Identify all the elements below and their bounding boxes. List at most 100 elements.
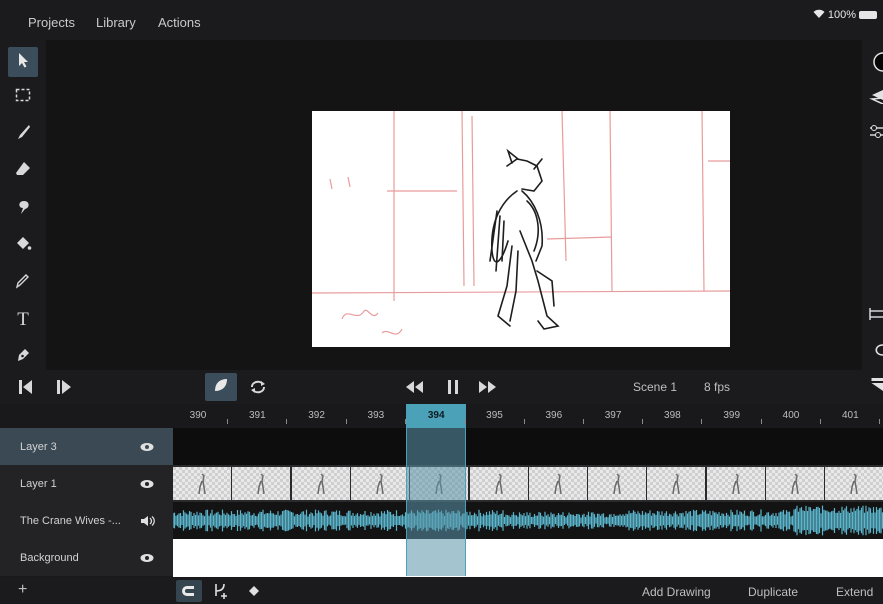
frame-number[interactable]: 397 [583, 410, 643, 421]
drawing-cell[interactable] [232, 467, 291, 500]
step-back-icon [16, 378, 36, 399]
frame-ruler[interactable]: 390 391 392 393 394 395 396 397 398 399 400 401 [173, 404, 883, 428]
layers-icon [866, 90, 883, 108]
color-swatch[interactable] [866, 52, 883, 77]
onion-skin-button[interactable] [205, 373, 237, 401]
layer-row-background[interactable]: Background [0, 539, 173, 576]
fps-selector[interactable]: 8 fps [704, 380, 730, 394]
sketch-artwork [312, 111, 730, 335]
menu-projects[interactable]: Projects [28, 15, 75, 30]
waveform-path [172, 505, 883, 536]
menu-library[interactable]: Library [96, 15, 136, 30]
drawing-thumbnail [672, 473, 681, 495]
loop-icon [248, 378, 268, 399]
layer-row-audio[interactable]: The Crane Wives -... [0, 502, 173, 539]
pen-tool[interactable] [11, 344, 35, 368]
layer-name: Layer 3 [20, 440, 57, 453]
drawing-thumbnail [316, 473, 325, 495]
undo-icon [866, 344, 883, 362]
previous-frame-button[interactable] [16, 378, 36, 399]
magnet-toggle[interactable] [176, 580, 202, 602]
current-frame-number: 394 [427, 410, 445, 421]
layer-row-layer-3[interactable]: Layer 3 [0, 428, 173, 465]
track-background[interactable] [173, 539, 883, 577]
frame-number[interactable]: 398 [642, 410, 702, 421]
undo-button[interactable] [866, 342, 883, 363]
keyframe-icon[interactable] [248, 584, 260, 602]
tool-palette: T [0, 40, 46, 370]
eye-icon[interactable] [140, 440, 154, 452]
frame-number[interactable]: 396 [524, 410, 584, 421]
eyedropper-tool[interactable] [11, 270, 35, 294]
eraser-tool[interactable] [11, 159, 35, 183]
audio-waveform [172, 505, 883, 536]
timeline-options-button[interactable] [866, 376, 883, 397]
pause-button[interactable] [443, 378, 463, 399]
drawing-cell[interactable] [588, 467, 647, 500]
layer-name: Background [20, 551, 79, 564]
eye-icon[interactable] [140, 551, 154, 563]
step-forward-icon [54, 378, 74, 399]
layers-button[interactable] [866, 88, 883, 109]
frame-number[interactable]: 395 [465, 410, 525, 421]
rewind-button[interactable] [404, 378, 424, 399]
brush-tool[interactable] [11, 122, 35, 146]
branch-icon[interactable] [212, 582, 230, 604]
scene-selector[interactable]: Scene 1 [633, 380, 677, 394]
drawing-cell[interactable] [528, 467, 587, 500]
drawing-thumbnail [494, 473, 503, 495]
audio-track[interactable] [172, 502, 883, 539]
onion-skin-icon [212, 376, 230, 399]
frame-number[interactable]: 393 [346, 410, 406, 421]
speaker-icon[interactable] [140, 514, 155, 526]
fast-forward-icon [478, 378, 498, 399]
drawing-cell[interactable] [173, 467, 231, 500]
frame-number[interactable]: 400 [761, 410, 821, 421]
track-layer-1[interactable] [173, 465, 883, 502]
battery-percent: 100% [827, 9, 856, 21]
drawing-cell[interactable] [469, 467, 528, 500]
select-tool[interactable] [8, 47, 38, 77]
track-layer-3[interactable] [173, 428, 883, 465]
smudge-icon [14, 198, 32, 221]
loop-button[interactable] [248, 378, 268, 399]
smudge-tool[interactable] [11, 197, 35, 221]
add-layer-button[interactable]: + [18, 581, 27, 599]
drawing-cell[interactable] [350, 467, 409, 500]
frame-number[interactable]: 391 [227, 410, 287, 421]
drawing-cell[interactable] [291, 467, 350, 500]
drawing-canvas[interactable] [312, 111, 730, 347]
drawing-cell[interactable] [647, 467, 706, 500]
fill-icon [14, 234, 32, 257]
drawing-thumbnail [791, 473, 799, 495]
layer-name: Layer 1 [20, 477, 57, 490]
extend-button[interactable]: Extend [836, 585, 873, 599]
top-menu-bar: Projects Library Actions 100% [0, 0, 883, 40]
adjustments-button[interactable] [866, 124, 883, 145]
duplicate-button[interactable]: Duplicate [748, 585, 798, 599]
next-frame-button[interactable] [54, 378, 74, 399]
fast-forward-button[interactable] [478, 378, 498, 399]
current-frame-marker[interactable]: 394 [406, 404, 467, 428]
marquee-tool[interactable] [11, 85, 35, 109]
drawing-cell[interactable] [766, 467, 824, 500]
drawing-cell[interactable] [825, 467, 883, 500]
flip-button[interactable] [866, 306, 883, 327]
eye-icon[interactable] [140, 477, 154, 489]
frame-number[interactable]: 392 [287, 410, 347, 421]
rewind-icon [404, 378, 424, 399]
drawing-cell[interactable] [706, 467, 765, 500]
layer-row-layer-1[interactable]: Layer 1 [0, 465, 173, 502]
menu-actions[interactable]: Actions [158, 15, 201, 30]
drawing-thumbnail [198, 473, 206, 495]
filter-icon [866, 376, 883, 397]
frame-number[interactable]: 390 [168, 410, 228, 421]
right-toolbar [862, 40, 883, 370]
playhead[interactable] [406, 428, 466, 576]
fill-tool[interactable] [11, 233, 35, 257]
frame-number[interactable]: 399 [702, 410, 762, 421]
text-icon: T [17, 309, 29, 330]
add-drawing-button[interactable]: Add Drawing [642, 585, 711, 599]
frame-number[interactable]: 401 [820, 410, 880, 421]
text-tool[interactable]: T [11, 308, 35, 332]
